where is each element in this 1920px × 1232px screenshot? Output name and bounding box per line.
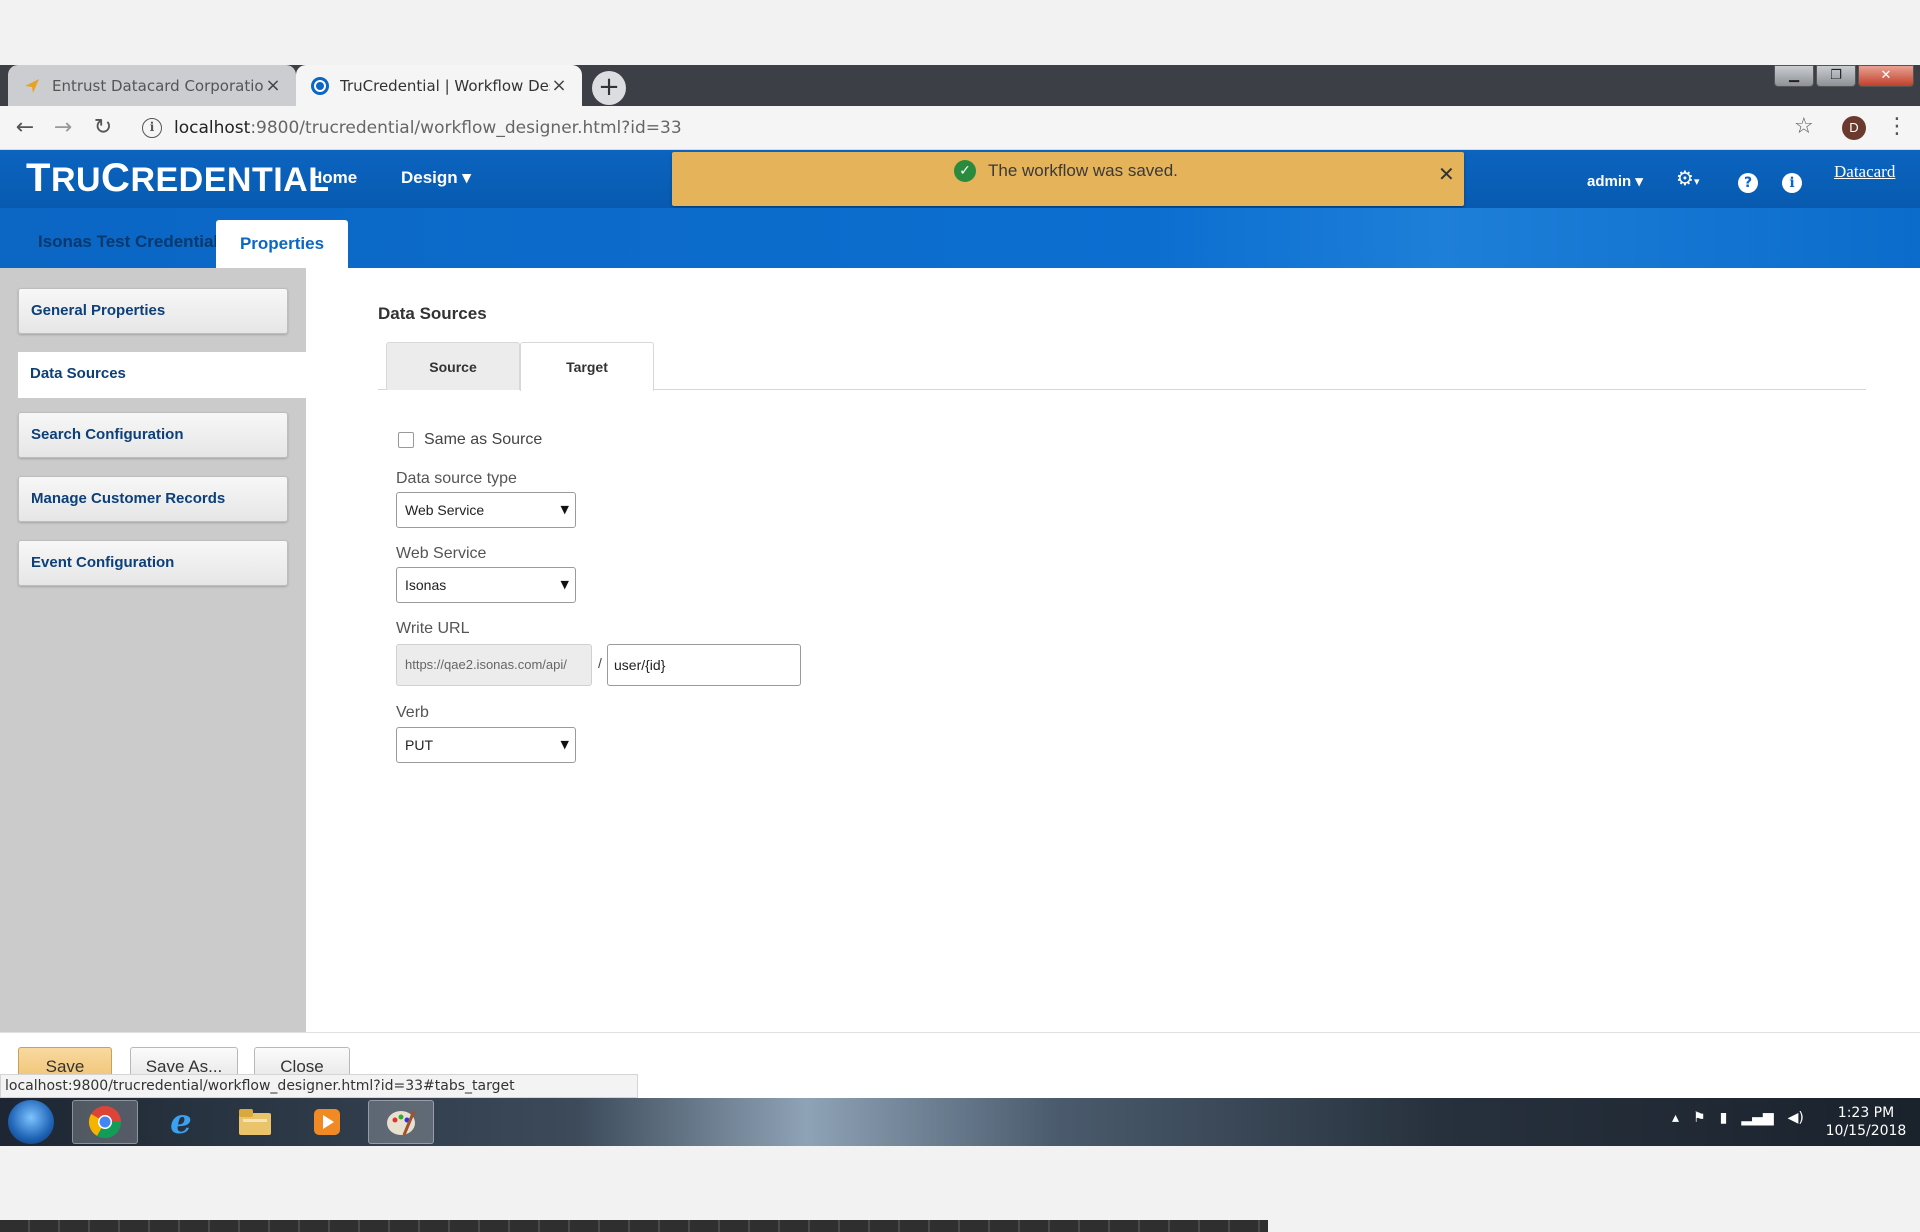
write-url-separator: /: [598, 655, 602, 671]
url-host: localhost: [174, 118, 251, 138]
logo-letter-t: T: [26, 156, 51, 200]
back-arrow-icon[interactable]: ←: [10, 113, 40, 143]
screen: Entrust Datacard Corporation M × TruCred…: [0, 0, 1920, 1232]
trucredential-logo: TRUCREDENTIAL: [26, 156, 330, 201]
file-explorer-icon[interactable]: [222, 1100, 288, 1144]
settings-gear-icon[interactable]: ⚙▾: [1676, 166, 1699, 190]
power-icon[interactable]: ▮: [1720, 1110, 1728, 1126]
chrome-app-icon[interactable]: [72, 1100, 138, 1144]
browser-menu-icon[interactable]: ⋮: [1886, 114, 1908, 139]
internet-explorer-icon[interactable]: e: [148, 1100, 214, 1144]
verb-select[interactable]: PUT ▼: [396, 727, 576, 763]
tab-properties[interactable]: Properties: [216, 220, 348, 268]
close-window-icon[interactable]: ✕: [1858, 65, 1914, 87]
dropdown-caret-icon: ▼: [560, 738, 569, 751]
start-button-icon[interactable]: [8, 1100, 54, 1144]
window-controls: ▁ ❐ ✕: [1774, 65, 1914, 89]
reload-icon[interactable]: ↻: [88, 113, 118, 143]
network-signal-icon[interactable]: ▂▄▆: [1741, 1110, 1773, 1126]
close-tab-icon[interactable]: ×: [264, 75, 282, 96]
clock-time: 1:23 PM: [1837, 1105, 1895, 1121]
entrust-favicon-icon: [22, 76, 42, 96]
web-service-select[interactable]: Isonas ▼: [396, 567, 576, 603]
admin-user-dropdown[interactable]: admin ▾: [1587, 172, 1643, 190]
action-center-flag-icon[interactable]: ⚑: [1693, 1110, 1706, 1126]
restore-icon[interactable]: ❐: [1816, 65, 1856, 87]
data-source-tabs: Source Target: [378, 342, 1866, 391]
main-panel: Data Sources Source Target Same as Sourc…: [306, 268, 1920, 1032]
same-as-source-label: Same as Source: [424, 431, 543, 448]
check-circle-icon: ✓: [954, 160, 976, 182]
data-source-type-select[interactable]: Web Service ▼: [396, 492, 576, 528]
tab-project[interactable]: Isonas Test Credential: [38, 232, 218, 252]
dropdown-caret-icon: ▼: [560, 503, 569, 516]
forward-arrow-icon[interactable]: →: [48, 113, 78, 143]
verb-label: Verb: [396, 704, 429, 721]
logo-ru: RU: [50, 161, 102, 199]
tab-target[interactable]: Target: [520, 342, 654, 391]
dropdown-caret-icon: ▼: [560, 578, 569, 591]
page-title: Data Sources: [378, 304, 487, 323]
write-url-prefix-field: https://qae2.isonas.com/api/: [396, 644, 592, 686]
sidebar-item-search-configuration[interactable]: Search Configuration: [18, 412, 288, 458]
new-tab-plus-icon[interactable]: +: [592, 71, 626, 105]
taskbar-clock[interactable]: 1:23 PM 10/15/2018: [1818, 1104, 1914, 1140]
bookmark-star-icon[interactable]: ☆: [1794, 114, 1814, 139]
sidebar-item-data-sources[interactable]: Data Sources: [18, 352, 306, 398]
info-icon[interactable]: i: [1782, 168, 1802, 193]
app-tab-bar: Isonas Test Credential Properties: [0, 208, 1920, 268]
browser-tab-strip: Entrust Datacard Corporation M × TruCred…: [0, 65, 1920, 106]
volume-icon[interactable]: ◀): [1788, 1110, 1804, 1126]
web-service-label: Web Service: [396, 545, 487, 562]
profile-avatar[interactable]: D: [1842, 116, 1866, 140]
app-navbar: TRUCREDENTIAL Home Design ▾ ✓ The workfl…: [0, 150, 1920, 208]
address-bar[interactable]: i localhost:9800/trucredential/workflow_…: [128, 112, 1788, 144]
browser-toolbar: ← → ↻ i localhost:9800/trucredential/wor…: [0, 106, 1920, 150]
bottom-strip: [0, 1220, 1268, 1232]
nav-home[interactable]: Home: [310, 168, 357, 188]
write-url-label: Write URL: [396, 620, 470, 637]
sidebar-item-manage-customer-records[interactable]: Manage Customer Records: [18, 476, 288, 522]
nav-design-dropdown[interactable]: Design ▾: [401, 168, 471, 188]
windows-taskbar: e ▴ ⚑ ▮ ▂▄▆ ◀) 1:23 PM 10/15/2018: [0, 1098, 1920, 1146]
system-tray: ▴ ⚑ ▮ ▂▄▆ ◀): [1672, 1110, 1804, 1126]
verb-value: PUT: [405, 737, 433, 753]
logo-redential: REDENTIAL: [130, 161, 330, 199]
status-bar-url: localhost:9800/trucredential/workflow_de…: [0, 1074, 638, 1098]
sidebar-item-event-configuration[interactable]: Event Configuration: [18, 540, 288, 586]
write-url-path-input[interactable]: [607, 644, 801, 686]
help-icon[interactable]: ?: [1738, 168, 1758, 193]
sidebar-item-general-properties[interactable]: General Properties: [18, 288, 288, 334]
show-hidden-icons-icon[interactable]: ▴: [1672, 1110, 1679, 1126]
minimize-icon[interactable]: ▁: [1774, 65, 1814, 87]
browser-tab-trucredential[interactable]: TruCredential | Workflow Design ×: [296, 65, 582, 106]
close-tab-icon[interactable]: ×: [550, 75, 568, 96]
web-service-value: Isonas: [405, 577, 447, 593]
logo-letter-c: C: [101, 156, 131, 200]
trucredential-favicon-icon: [310, 76, 330, 96]
browser-tab-title: Entrust Datacard Corporation M: [52, 76, 264, 95]
media-player-icon[interactable]: [294, 1100, 360, 1144]
url-text: localhost:9800/trucredential/workflow_de…: [174, 118, 682, 138]
site-info-icon[interactable]: i: [142, 118, 162, 138]
toast-message: The workflow was saved.: [988, 161, 1178, 180]
success-toast: ✓ The workflow was saved. ✕: [672, 152, 1464, 206]
data-source-type-label: Data source type: [396, 470, 517, 487]
datacard-logo[interactable]: Datacard: [1834, 162, 1895, 182]
data-source-type-value: Web Service: [405, 502, 485, 518]
url-path: :9800/trucredential/workflow_designer.ht…: [250, 118, 682, 138]
same-as-source-checkbox-row[interactable]: Same as Source: [398, 431, 542, 449]
properties-sidebar: General Properties Data Sources Search C…: [0, 268, 306, 1032]
app-header: TRUCREDENTIAL Home Design ▾ ✓ The workfl…: [0, 150, 1920, 268]
same-as-source-checkbox[interactable]: [398, 432, 414, 448]
paint-app-icon[interactable]: [368, 1100, 434, 1144]
browser-tab-title: TruCredential | Workflow Design: [340, 76, 550, 95]
toast-close-icon[interactable]: ✕: [1438, 162, 1455, 186]
clock-date: 10/15/2018: [1825, 1123, 1907, 1139]
tab-source[interactable]: Source: [386, 342, 520, 390]
browser-tab-entrust[interactable]: Entrust Datacard Corporation M ×: [8, 65, 296, 106]
